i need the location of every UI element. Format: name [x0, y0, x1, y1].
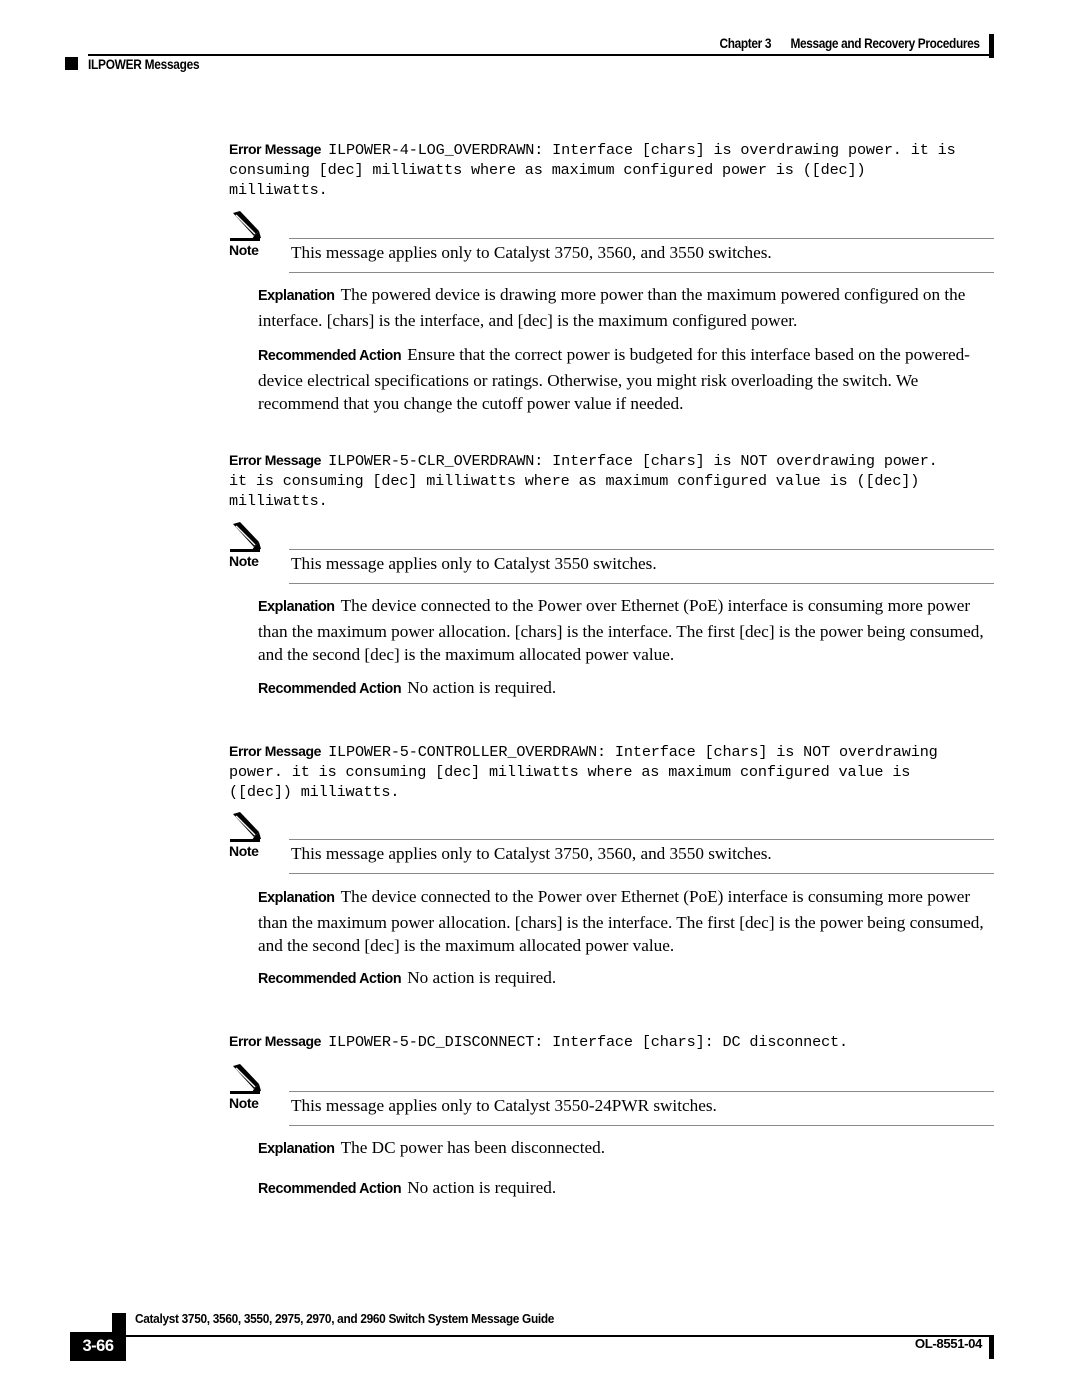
note-rule-top	[289, 1091, 994, 1093]
page-number-badge: 3-66	[70, 1332, 126, 1361]
error-message: Error Message ILPOWER-5-DC_DISCONNECT: In…	[229, 1031, 997, 1052]
error-message-label: Error Message	[229, 743, 322, 759]
recommended-action-text: No action is required.	[407, 678, 557, 697]
explanation-paragraph: Explanation The device connected to the P…	[258, 885, 998, 958]
error-message-line: consuming [dec] milliwatts where as maxi…	[229, 161, 866, 180]
note-rule-bottom	[289, 583, 994, 585]
header-divider-rule	[88, 54, 993, 56]
footer-divider-rule	[88, 1335, 993, 1337]
recommended-action-label: Recommended Action	[258, 971, 402, 987]
note-label: Note	[229, 242, 259, 258]
header-chapter-number: Chapter 3	[719, 36, 772, 51]
note-text: This message applies only to Catalyst 35…	[291, 554, 657, 573]
section-marker-square-icon	[65, 57, 78, 70]
error-message: Error Message ILPOWER-5-CLR_OVERDRAWN: In…	[229, 450, 997, 512]
error-message: Error Message ILPOWER-4-LOG_OVERDRAWN: In…	[229, 139, 997, 201]
note-rule-top	[289, 839, 994, 841]
footer-marker-square-icon	[112, 1313, 126, 1333]
note-rule-top	[289, 549, 994, 551]
explanation-label: Explanation	[258, 1141, 335, 1157]
note-rule-bottom	[289, 1125, 994, 1127]
pencil-icon-underline	[230, 839, 260, 842]
pencil-icon	[233, 522, 261, 550]
recommended-action-label: Recommended Action	[258, 681, 402, 697]
note-label: Note	[229, 843, 259, 859]
explanation-label: Explanation	[258, 288, 335, 304]
note-rule-bottom	[289, 873, 994, 875]
explanation-label: Explanation	[258, 599, 335, 615]
note-rule-top	[289, 238, 994, 240]
explanation-text: The DC power has been disconnected.	[340, 1138, 606, 1157]
footer-rule-end-cap	[989, 1335, 994, 1359]
error-message-line: milliwatts.	[229, 492, 328, 511]
recommended-action-label: Recommended Action	[258, 348, 402, 364]
note-label: Note	[229, 1095, 259, 1111]
recommended-action-paragraph: Recommended Action No action is required.	[258, 676, 998, 702]
error-message-line: ([dec]) milliwatts.	[229, 783, 400, 802]
error-message: Error Message ILPOWER-5-CONTROLLER_OVERDR…	[229, 741, 997, 803]
pencil-icon-underline	[230, 238, 260, 241]
error-message-line: power. it is consuming [dec] milliwatts …	[229, 763, 911, 782]
explanation-text: The device connected to the Power over E…	[258, 596, 984, 665]
error-message-line: ILPOWER-4-LOG_OVERDRAWN: Interface [char…	[328, 141, 956, 159]
explanation-paragraph: Explanation The DC power has been disconn…	[258, 1136, 998, 1162]
recommended-action-paragraph: Recommended Action Ensure that the correc…	[258, 343, 998, 416]
error-message-line: ILPOWER-5-CLR_OVERDRAWN: Interface [char…	[328, 452, 938, 470]
explanation-label: Explanation	[258, 890, 335, 906]
page-header: Chapter 3 Message and Recovery Procedures…	[0, 0, 1080, 90]
header-chapter-title: Message and Recovery Procedures	[790, 36, 981, 51]
note-text: This message applies only to Catalyst 37…	[291, 243, 772, 262]
explanation-paragraph: Explanation The powered device is drawing…	[258, 283, 998, 332]
explanation-text: The device connected to the Power over E…	[258, 887, 984, 956]
error-message-label: Error Message	[229, 452, 322, 468]
pencil-icon-underline	[230, 549, 260, 552]
explanation-text: The powered device is drawing more power…	[258, 285, 966, 330]
header-rule-end-cap	[989, 34, 994, 58]
pencil-icon	[233, 1064, 261, 1092]
pencil-icon	[233, 211, 261, 239]
error-message-line: ILPOWER-5-DC_DISCONNECT: Interface [char…	[328, 1033, 848, 1051]
error-message-line: ILPOWER-5-CONTROLLER_OVERDRAWN: Interfac…	[328, 743, 938, 761]
note-label: Note	[229, 553, 259, 569]
recommended-action-paragraph: Recommended Action No action is required.	[258, 1176, 998, 1202]
error-message-line: milliwatts.	[229, 181, 328, 200]
footer-guide-title: Catalyst 3750, 3560, 3550, 2975, 2970, a…	[135, 1311, 555, 1326]
recommended-action-paragraph: Recommended Action No action is required.	[258, 966, 998, 992]
note-rule-bottom	[289, 272, 994, 274]
recommended-action-text: No action is required.	[407, 968, 557, 987]
error-message-label: Error Message	[229, 1033, 322, 1049]
pencil-icon	[233, 812, 261, 840]
note-text: This message applies only to Catalyst 35…	[291, 1096, 717, 1115]
header-chapter-info: Chapter 3 Message and Recovery Procedures	[719, 36, 981, 51]
footer-document-id: OL-8551-04	[914, 1336, 983, 1351]
pencil-icon-underline	[230, 1091, 260, 1094]
error-message-line: it is consuming [dec] milliwatts where a…	[229, 472, 920, 491]
explanation-paragraph: Explanation The device connected to the P…	[258, 594, 998, 667]
header-section-title: ILPOWER Messages	[88, 57, 200, 72]
recommended-action-label: Recommended Action	[258, 1181, 402, 1197]
error-message-label: Error Message	[229, 141, 322, 157]
recommended-action-text: No action is required.	[407, 1178, 557, 1197]
note-text: This message applies only to Catalyst 37…	[291, 844, 772, 863]
